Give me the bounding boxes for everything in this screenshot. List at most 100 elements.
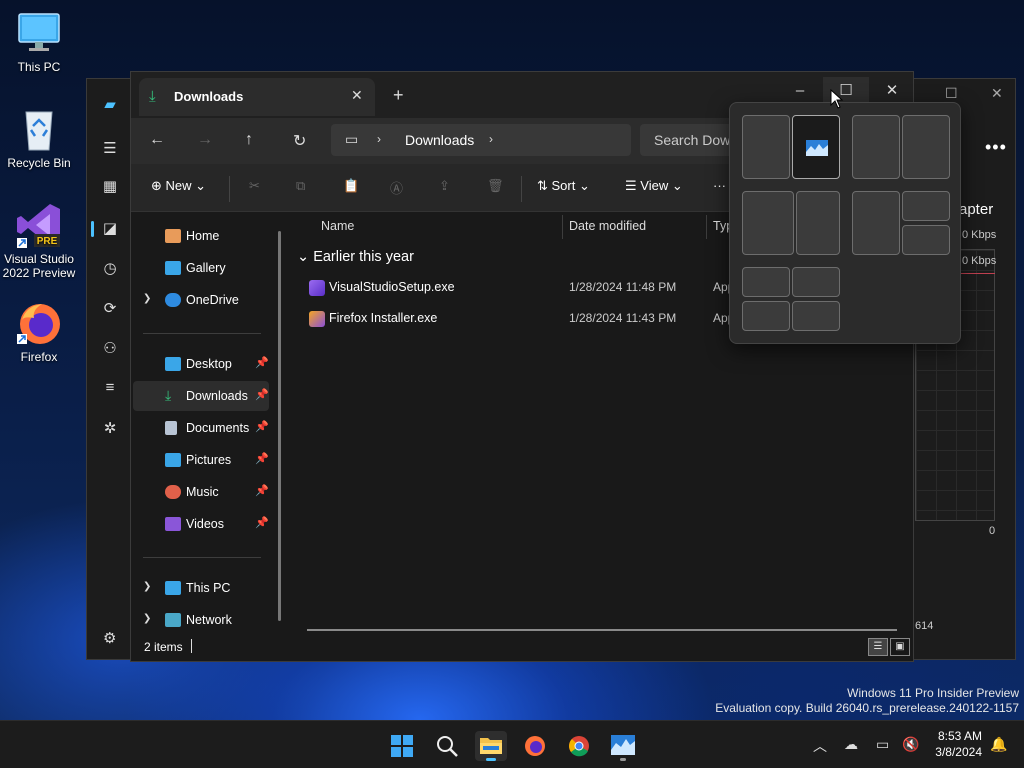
onedrive-status-icon[interactable]: ☁ bbox=[844, 736, 858, 753]
back-button[interactable]: ← bbox=[149, 131, 165, 149]
nav-item-network[interactable]: ❯ Network bbox=[133, 605, 269, 635]
expand-chevron-icon[interactable]: ❯ bbox=[143, 613, 151, 624]
refresh-button[interactable]: ↻ bbox=[293, 131, 306, 151]
expand-chevron-icon[interactable]: ❯ bbox=[143, 581, 151, 592]
copy-icon[interactable]: ⧉ bbox=[296, 178, 305, 194]
pin-icon[interactable]: 📌 bbox=[255, 388, 269, 401]
processes-icon[interactable]: ▦ bbox=[101, 177, 119, 195]
snap-zone-quad-top-right[interactable] bbox=[792, 267, 840, 297]
app-history-icon[interactable]: ◷ bbox=[101, 259, 119, 277]
nav-item-desktop[interactable]: Desktop 📌 bbox=[133, 349, 269, 379]
notification-bell-icon[interactable]: 🔔 bbox=[990, 736, 1007, 753]
pin-icon[interactable]: 📌 bbox=[255, 484, 269, 497]
new-tab-button[interactable]: + bbox=[393, 85, 404, 106]
snap-zone-quad-bottom-left[interactable] bbox=[742, 301, 790, 331]
show-hidden-icons-chevron-icon[interactable]: ︿ bbox=[813, 736, 827, 756]
group-header[interactable]: ⌄ Earlier this year bbox=[297, 249, 414, 265]
snap-zone-left-two-thirds[interactable] bbox=[852, 115, 900, 179]
nav-item-videos[interactable]: Videos 📌 bbox=[133, 509, 269, 539]
snap-zone-quad-top-left[interactable] bbox=[742, 267, 790, 297]
pin-icon[interactable]: 📌 bbox=[255, 420, 269, 433]
snap-zone-quad-bottom-right[interactable] bbox=[792, 301, 840, 331]
snap-zone-grid-top-right[interactable] bbox=[902, 191, 950, 221]
nav-item-pictures[interactable]: Pictures 📌 bbox=[133, 445, 269, 475]
sort-button[interactable]: ⇅ Sort ⌄ bbox=[537, 178, 590, 194]
gallery-icon bbox=[165, 261, 181, 275]
tiles-view-button[interactable]: ▣ bbox=[890, 638, 910, 656]
up-button[interactable]: ↑ bbox=[245, 131, 253, 149]
pin-icon[interactable]: 📌 bbox=[255, 356, 269, 369]
desktop-icon-recycle-bin[interactable]: Recycle Bin bbox=[0, 106, 78, 170]
share-icon[interactable]: ⇪ bbox=[439, 178, 450, 194]
tab-downloads[interactable]: ⤓ Downloads ✕ bbox=[139, 78, 375, 116]
minimize-button[interactable]: – bbox=[777, 77, 823, 105]
network-icon[interactable]: ▭ bbox=[876, 736, 889, 753]
chevron-right-icon[interactable]: › bbox=[489, 132, 493, 146]
volume-muted-icon[interactable]: 🔇 bbox=[902, 736, 919, 753]
chevron-right-icon[interactable]: › bbox=[377, 132, 381, 146]
services-icon[interactable]: ✲ bbox=[101, 419, 119, 437]
clock[interactable]: 8:53 AM 3/8/2024 bbox=[934, 728, 982, 760]
forward-button[interactable]: → bbox=[197, 131, 213, 149]
snap-zone-left-half[interactable] bbox=[742, 115, 790, 179]
column-header-date[interactable]: Date modified bbox=[569, 219, 646, 233]
pc-monitor-icon[interactable]: ▭ bbox=[345, 131, 358, 148]
nav-item-music[interactable]: Music 📌 bbox=[133, 477, 269, 507]
snap-zone-three-col-left[interactable] bbox=[742, 191, 794, 255]
nav-scrollbar[interactable] bbox=[278, 231, 281, 621]
startup-apps-icon[interactable]: ⟳ bbox=[101, 299, 119, 317]
rename-icon[interactable]: Ⓐ bbox=[390, 178, 403, 197]
breadcrumb[interactable]: ▭ › Downloads › bbox=[331, 124, 631, 156]
nav-item-gallery[interactable]: Gallery bbox=[133, 253, 269, 283]
performance-icon[interactable]: ◪ bbox=[101, 219, 119, 237]
nav-item-downloads[interactable]: ⤓ Downloads 📌 bbox=[133, 381, 269, 411]
users-icon[interactable]: ⚇ bbox=[101, 339, 119, 357]
background-close-icon[interactable]: ✕ bbox=[991, 85, 1003, 102]
taskbar-chrome[interactable] bbox=[563, 731, 595, 761]
snap-layouts-flyout bbox=[729, 102, 961, 344]
details-icon[interactable]: ≡ bbox=[101, 379, 119, 397]
delete-icon[interactable]: 🗑 bbox=[487, 178, 504, 194]
snap-zone-right-third[interactable] bbox=[902, 115, 950, 179]
snap-zone-grid-bottom-right[interactable] bbox=[902, 225, 950, 255]
nav-item-documents[interactable]: Documents 📌 bbox=[133, 413, 269, 443]
taskbar-firefox[interactable] bbox=[519, 731, 551, 761]
taskbar-task-manager[interactable] bbox=[607, 731, 639, 761]
desktop-icon-visual-studio[interactable]: PRE Visual Studio 2022 Preview bbox=[0, 202, 78, 280]
paste-icon[interactable]: 📋 bbox=[343, 178, 359, 194]
new-button[interactable]: ⊕ New ⌄ bbox=[151, 178, 206, 194]
navigation-pane: Home Gallery ❯ OneDrive Desktop 📌 ⤓ Down… bbox=[131, 213, 281, 633]
divider bbox=[521, 176, 522, 202]
settings-gear-icon[interactable]: ⚙ bbox=[103, 629, 116, 647]
nav-item-this-pc[interactable]: ❯ This PC bbox=[133, 573, 269, 603]
background-maximize-icon[interactable]: ☐ bbox=[945, 85, 958, 102]
see-more-button[interactable]: ··· bbox=[713, 178, 726, 193]
breadcrumb-location[interactable]: Downloads bbox=[405, 132, 474, 148]
horizontal-scrollbar[interactable] bbox=[307, 629, 897, 631]
more-options-icon[interactable]: ••• bbox=[985, 137, 1007, 158]
column-divider[interactable] bbox=[706, 215, 707, 239]
column-divider[interactable] bbox=[562, 215, 563, 239]
pin-icon[interactable]: 📌 bbox=[255, 452, 269, 465]
search-button[interactable] bbox=[431, 731, 463, 761]
snap-zone-grid-left[interactable] bbox=[852, 191, 900, 255]
snap-zone-right-half[interactable] bbox=[792, 115, 840, 179]
desktop-icon-this-pc[interactable]: This PC bbox=[0, 10, 78, 74]
nav-item-home[interactable]: Home bbox=[133, 221, 269, 251]
column-header-name[interactable]: Name bbox=[321, 219, 354, 233]
nav-item-onedrive[interactable]: ❯ OneDrive bbox=[133, 285, 269, 315]
desktop-icon-firefox[interactable]: Firefox bbox=[0, 300, 78, 364]
expand-chevron-icon[interactable]: ❯ bbox=[143, 293, 151, 304]
snap-zone-three-col-right[interactable] bbox=[796, 191, 840, 255]
pre-badge: PRE bbox=[37, 236, 58, 247]
tab-label: Downloads bbox=[174, 89, 244, 104]
close-window-button[interactable]: ✕ bbox=[869, 77, 913, 105]
cut-icon[interactable]: ✂ bbox=[249, 178, 260, 194]
taskbar-file-explorer[interactable] bbox=[475, 731, 507, 761]
details-view-button[interactable]: ☰ bbox=[868, 638, 888, 656]
view-button[interactable]: ☰ View ⌄ bbox=[625, 178, 683, 194]
pin-icon[interactable]: 📌 bbox=[255, 516, 269, 529]
close-tab-icon[interactable]: ✕ bbox=[351, 87, 363, 104]
hamburger-icon[interactable]: ☰ bbox=[101, 139, 119, 157]
start-button[interactable] bbox=[386, 731, 418, 761]
